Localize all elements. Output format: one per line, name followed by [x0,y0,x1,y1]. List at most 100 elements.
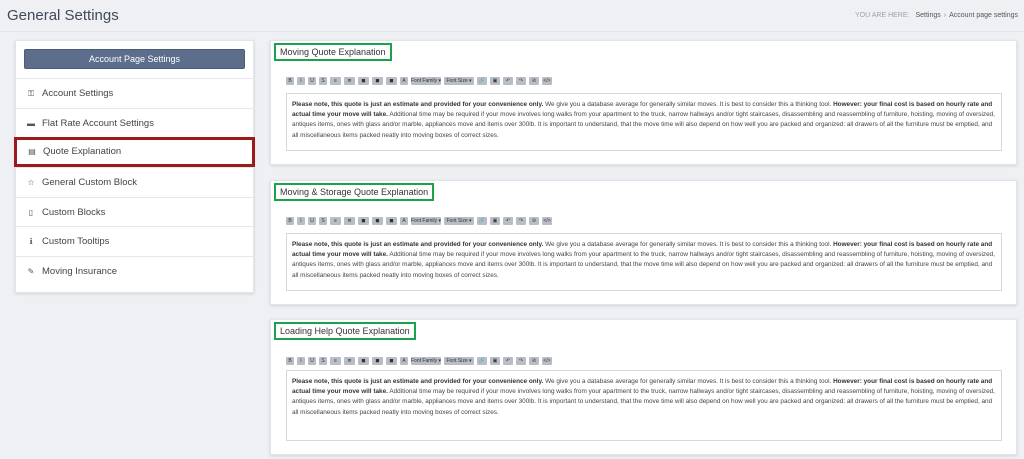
strikethrough-button[interactable]: S [319,217,327,225]
sidebar-item-label: Flat Rate Account Settings [42,118,154,129]
text-color-button[interactable]: A [400,77,408,85]
sidebar-item-moving-insurance[interactable]: ✎ Moving Insurance [16,256,253,286]
unordered-list-button[interactable]: ≡ [330,357,341,365]
unordered-list-button[interactable]: ≡ [330,77,341,85]
align-right-button[interactable]: ◼ [386,77,397,85]
link-button[interactable]: 🔗 [477,217,487,225]
editor-text: We give you a database average for gener… [543,378,834,385]
bold-button[interactable]: B [286,217,294,225]
strikethrough-button[interactable]: S [319,357,327,365]
unordered-list-button[interactable]: ≡ [330,217,341,225]
strikethrough-button[interactable]: S [319,77,327,85]
star-icon: ☆ [27,178,35,187]
breadcrumb-item-account-page-settings: Account page settings [949,12,1018,19]
italic-button[interactable]: I [297,77,305,85]
ordered-list-button[interactable]: ≣ [344,217,355,225]
code-view-button[interactable]: </> [542,357,552,365]
link-button[interactable]: 🔗 [477,77,487,85]
image-button[interactable]: ▣ [490,77,500,85]
align-right-button[interactable]: ◼ [386,217,397,225]
font-size-dropdown[interactable]: Font Size ▾ [444,77,474,85]
align-left-button[interactable]: ◼ [358,217,369,225]
align-center-button[interactable]: ◼ [372,217,383,225]
ordered-list-button[interactable]: ≣ [344,357,355,365]
top-bar: General Settings YOU ARE HERE: Settings › A… [0,0,1024,32]
align-center-button[interactable]: ◼ [372,77,383,85]
ordered-list-button[interactable]: ≣ [344,77,355,85]
italic-button[interactable]: I [297,217,305,225]
card-moving-storage-quote-explanation: Moving & Storage Quote Explanation B I U S ≡… [270,180,1017,305]
editor-text-bold: Please note, this quote is just an estim… [292,101,544,108]
sidebar-item-general-custom-block[interactable]: ☆ General Custom Block [16,167,253,197]
align-left-button[interactable]: ◼ [358,77,369,85]
bookmark-icon: ▯ [28,208,34,217]
card-moving-quote-explanation: Moving Quote Explanation B I U S ≡ ≣ ◼ ◼ ◼ A Font … [270,40,1017,165]
text-color-button[interactable]: A [400,357,408,365]
align-right-button[interactable]: ◼ [386,357,397,365]
font-family-dropdown[interactable]: Font Family ▾ [411,217,441,225]
redo-button[interactable]: ↷ [516,357,526,365]
edit-icon: ✎ [27,267,35,276]
image-button[interactable]: ▣ [490,217,500,225]
undo-button[interactable]: ↶ [503,77,513,85]
align-center-button[interactable]: ◼ [372,357,383,365]
sidebar-item-custom-tooltips[interactable]: ℹ Custom Tooltips [16,226,253,256]
card-loading-help-quote-explanation: Loading Help Quote Explanation B I U S ≡ ≣ ◼ ◼ ◼… [270,319,1017,455]
sidebar-item-label: General Custom Block [42,177,138,188]
account-page-settings-button[interactable]: Account Page Settings [24,49,245,69]
sidebar-item-account-settings[interactable]: ⚿ Account Settings [16,78,253,108]
editor-text: Additional time may be required if your … [292,251,995,279]
redo-button[interactable]: ↷ [516,217,526,225]
sidebar-item-label: Custom Blocks [42,207,106,218]
bold-button[interactable]: B [286,357,294,365]
underline-button[interactable]: U [308,217,316,225]
bold-button[interactable]: B [286,77,294,85]
clear-format-button[interactable]: ⊘ [529,217,539,225]
font-size-dropdown[interactable]: Font Size ▾ [444,357,474,365]
underline-button[interactable]: U [308,77,316,85]
editor-toolbar: B I U S ≡ ≣ ◼ ◼ ◼ A Font Family ▾ Font Size ▾ 🔗 ▣ ↶ ↷ ⊘ <… [286,77,1016,85]
breadcrumb: YOU ARE HERE: Settings › Account page setti… [855,12,1018,19]
font-family-dropdown[interactable]: Font Family ▾ [411,77,441,85]
sidebar-item-label: Moving Insurance [42,266,117,277]
editor-toolbar: B I U S ≡ ≣ ◼ ◼ ◼ A Font Family ▾ Font Size ▾ 🔗 ▣ ↶ ↷ ⊘ <… [286,217,1016,225]
sidebar-item-quote-explanation[interactable]: ▤ Quote Explanation [14,137,255,167]
undo-button[interactable]: ↶ [503,217,513,225]
editor-text: We give you a database average for gener… [543,241,834,248]
info-icon: ℹ [29,237,33,246]
code-view-button[interactable]: </> [542,77,552,85]
breadcrumb-item-settings[interactable]: Settings [915,12,940,19]
editor-toolbar: B I U S ≡ ≣ ◼ ◼ ◼ A Font Family ▾ Font Size ▾ 🔗 ▣ ↶ ↷ ⊘ <… [286,357,1016,365]
breadcrumb-label: YOU ARE HERE: [855,12,910,19]
code-view-button[interactable]: </> [542,217,552,225]
breadcrumb-separator: › [943,12,947,19]
image-button[interactable]: ▣ [490,357,500,365]
italic-button[interactable]: I [297,357,305,365]
font-size-dropdown[interactable]: Font Size ▾ [444,217,474,225]
editor-text-bold: Please note, this quote is just an estim… [292,378,544,385]
rich-text-editor[interactable]: Please note, this quote is just an estim… [286,370,1002,441]
rich-text-editor[interactable]: Please note, this quote is just an estim… [286,93,1002,151]
rich-text-editor[interactable]: Please note, this quote is just an estim… [286,233,1002,291]
truck-icon: ▬ [27,119,35,128]
sidebar-item-custom-blocks[interactable]: ▯ Custom Blocks [16,197,253,227]
underline-button[interactable]: U [308,357,316,365]
editor-text: Additional time may be required if your … [292,388,995,416]
page-title: General Settings [7,7,119,24]
editor-text: We give you a database average for gener… [543,101,834,108]
card-title: Loading Help Quote Explanation [274,322,416,340]
text-color-button[interactable]: A [400,217,408,225]
key-icon: ⚿ [27,89,35,98]
document-icon: ▤ [28,147,36,156]
editor-text-bold: Please note, this quote is just an estim… [292,241,544,248]
sidebar-item-flat-rate-account-settings[interactable]: ▬ Flat Rate Account Settings [16,108,253,138]
align-left-button[interactable]: ◼ [358,357,369,365]
editor-text: Additional time may be required if your … [292,111,995,139]
link-button[interactable]: 🔗 [477,357,487,365]
undo-button[interactable]: ↶ [503,357,513,365]
sidebar-item-label: Custom Tooltips [42,236,110,247]
font-family-dropdown[interactable]: Font Family ▾ [411,357,441,365]
clear-format-button[interactable]: ⊘ [529,77,539,85]
redo-button[interactable]: ↷ [516,77,526,85]
clear-format-button[interactable]: ⊘ [529,357,539,365]
